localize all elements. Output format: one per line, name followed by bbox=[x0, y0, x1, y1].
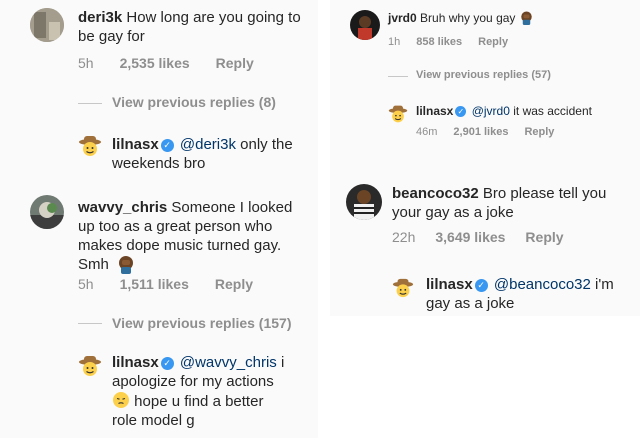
comment-meta: 5h 1,511 likes Reply bbox=[78, 276, 279, 292]
reply-lilnasx-2: lilnasx ✓ @wavvy_chris i apologize for my… bbox=[112, 353, 312, 430]
likes-count[interactable]: 1,511 likes bbox=[120, 276, 189, 292]
mention-link[interactable]: @wavvy_chris bbox=[180, 354, 277, 371]
reply-lilnasx-1: lilnasx ✓ @deri3k only the weekends bro bbox=[112, 135, 312, 173]
reply-text: hope u find a better bbox=[134, 393, 264, 410]
comment-text: Bruh why you gay bbox=[420, 11, 516, 25]
mention-link[interactable]: @jvrd0 bbox=[472, 104, 510, 118]
verified-badge-icon: ✓ bbox=[160, 357, 174, 370]
comment-deri3k: deri3k How long are you going to be gay … bbox=[78, 8, 308, 46]
username-lilnasx[interactable]: lilnasx bbox=[112, 136, 159, 153]
comment-text: your gay as a joke bbox=[392, 204, 514, 221]
likes-count[interactable]: 3,649 likes bbox=[435, 229, 505, 245]
reply-button[interactable]: Reply bbox=[524, 126, 554, 138]
likes-count[interactable]: 2,901 likes bbox=[453, 126, 508, 138]
view-previous-replies-button[interactable]: View previous replies (8) bbox=[112, 94, 276, 110]
timestamp: 22h bbox=[392, 229, 416, 245]
username-wavvy-chris[interactable]: wavvy_chris bbox=[78, 199, 167, 216]
comment-meta: 5h 2,535 likes Reply bbox=[78, 55, 280, 71]
verified-badge-icon: ✓ bbox=[160, 139, 174, 152]
comment-jvrd0: jvrd0 Bruh why you gay bbox=[388, 10, 628, 26]
reply-text: it was accident bbox=[513, 104, 592, 118]
right-comment-panel: jvrd0 Bruh why you gay 1h 858 likes Reply … bbox=[330, 0, 640, 316]
mention-link[interactable]: @deri3k bbox=[180, 136, 236, 153]
reply-button[interactable]: Reply bbox=[216, 55, 254, 71]
cowboy-emoji-icon bbox=[392, 277, 414, 304]
comment-text: Smh bbox=[78, 256, 109, 273]
divider-line bbox=[78, 323, 102, 324]
likes-count[interactable]: 2,535 likes bbox=[120, 55, 190, 71]
timestamp: 5h bbox=[78, 276, 94, 292]
timestamp: 46m bbox=[416, 126, 438, 138]
cowboy-emoji-icon bbox=[388, 104, 408, 129]
reply-button[interactable]: Reply bbox=[525, 229, 563, 245]
reply-button[interactable]: Reply bbox=[478, 36, 508, 48]
avatar-beancoco32[interactable] bbox=[346, 184, 382, 220]
facepalm-emoji-icon bbox=[519, 10, 534, 25]
timestamp: 1h bbox=[388, 36, 401, 48]
username-beancoco32[interactable]: beancoco32 bbox=[392, 185, 479, 202]
avatar-deri3k[interactable] bbox=[30, 8, 64, 42]
mention-link[interactable]: @beancoco32 bbox=[494, 276, 591, 293]
cowboy-emoji-icon bbox=[78, 354, 102, 383]
divider-line bbox=[388, 76, 408, 77]
username-lilnasx[interactable]: lilnasx bbox=[426, 276, 473, 293]
comment-text: up too as a great person who bbox=[78, 218, 273, 235]
left-comment-panel: deri3k How long are you going to be gay … bbox=[0, 0, 318, 438]
reply-button[interactable]: Reply bbox=[215, 276, 253, 292]
divider-line bbox=[78, 103, 102, 104]
verified-badge-icon: ✓ bbox=[455, 106, 467, 117]
timestamp: 5h bbox=[78, 55, 94, 71]
reply-lilnasx-4: lilnasx ✓ @beancoco32 i'm gay as a joke bbox=[426, 275, 636, 313]
comment-text: Bro please tell you bbox=[482, 185, 607, 202]
username-jvrd0[interactable]: jvrd0 bbox=[388, 11, 417, 25]
username-lilnasx[interactable]: lilnasx bbox=[416, 104, 453, 118]
comment-meta: 1h 858 likes Reply bbox=[388, 36, 534, 48]
reply-text: i bbox=[280, 354, 285, 371]
comment-meta: 22h 3,649 likes Reply bbox=[392, 229, 590, 245]
reply-meta: 46m 2,901 likes Reply bbox=[416, 126, 580, 138]
username-deri3k[interactable]: deri3k bbox=[78, 9, 122, 26]
likes-count[interactable]: 858 likes bbox=[416, 36, 462, 48]
comment-text: makes dope music turned gay. bbox=[78, 237, 282, 254]
cowboy-emoji-icon bbox=[78, 134, 102, 163]
reply-text: role model g bbox=[112, 412, 195, 429]
view-previous-replies-button[interactable]: View previous replies (157) bbox=[112, 315, 292, 331]
avatar-jvrd0[interactable] bbox=[350, 10, 380, 40]
avatar-wavvy-chris[interactable] bbox=[30, 195, 64, 229]
view-previous-replies-button[interactable]: View previous replies (57) bbox=[416, 69, 551, 81]
reply-text: i'm bbox=[595, 276, 614, 293]
reply-text: gay as a joke bbox=[426, 295, 515, 312]
reply-text: apologize for my actions bbox=[112, 373, 274, 390]
verified-badge-icon: ✓ bbox=[474, 279, 488, 292]
comment-wavvy-chris: wavvy_chris Someone I looked up too as a… bbox=[78, 198, 308, 274]
comment-text: Someone I looked bbox=[171, 199, 293, 216]
reply-lilnasx-3: lilnasx ✓ @jvrd0 it was accident bbox=[416, 103, 636, 119]
comment-beancoco32: beancoco32 Bro please tell you your gay … bbox=[392, 184, 632, 222]
username-lilnasx[interactable]: lilnasx bbox=[112, 354, 159, 371]
pensive-emoji-icon bbox=[112, 391, 130, 409]
